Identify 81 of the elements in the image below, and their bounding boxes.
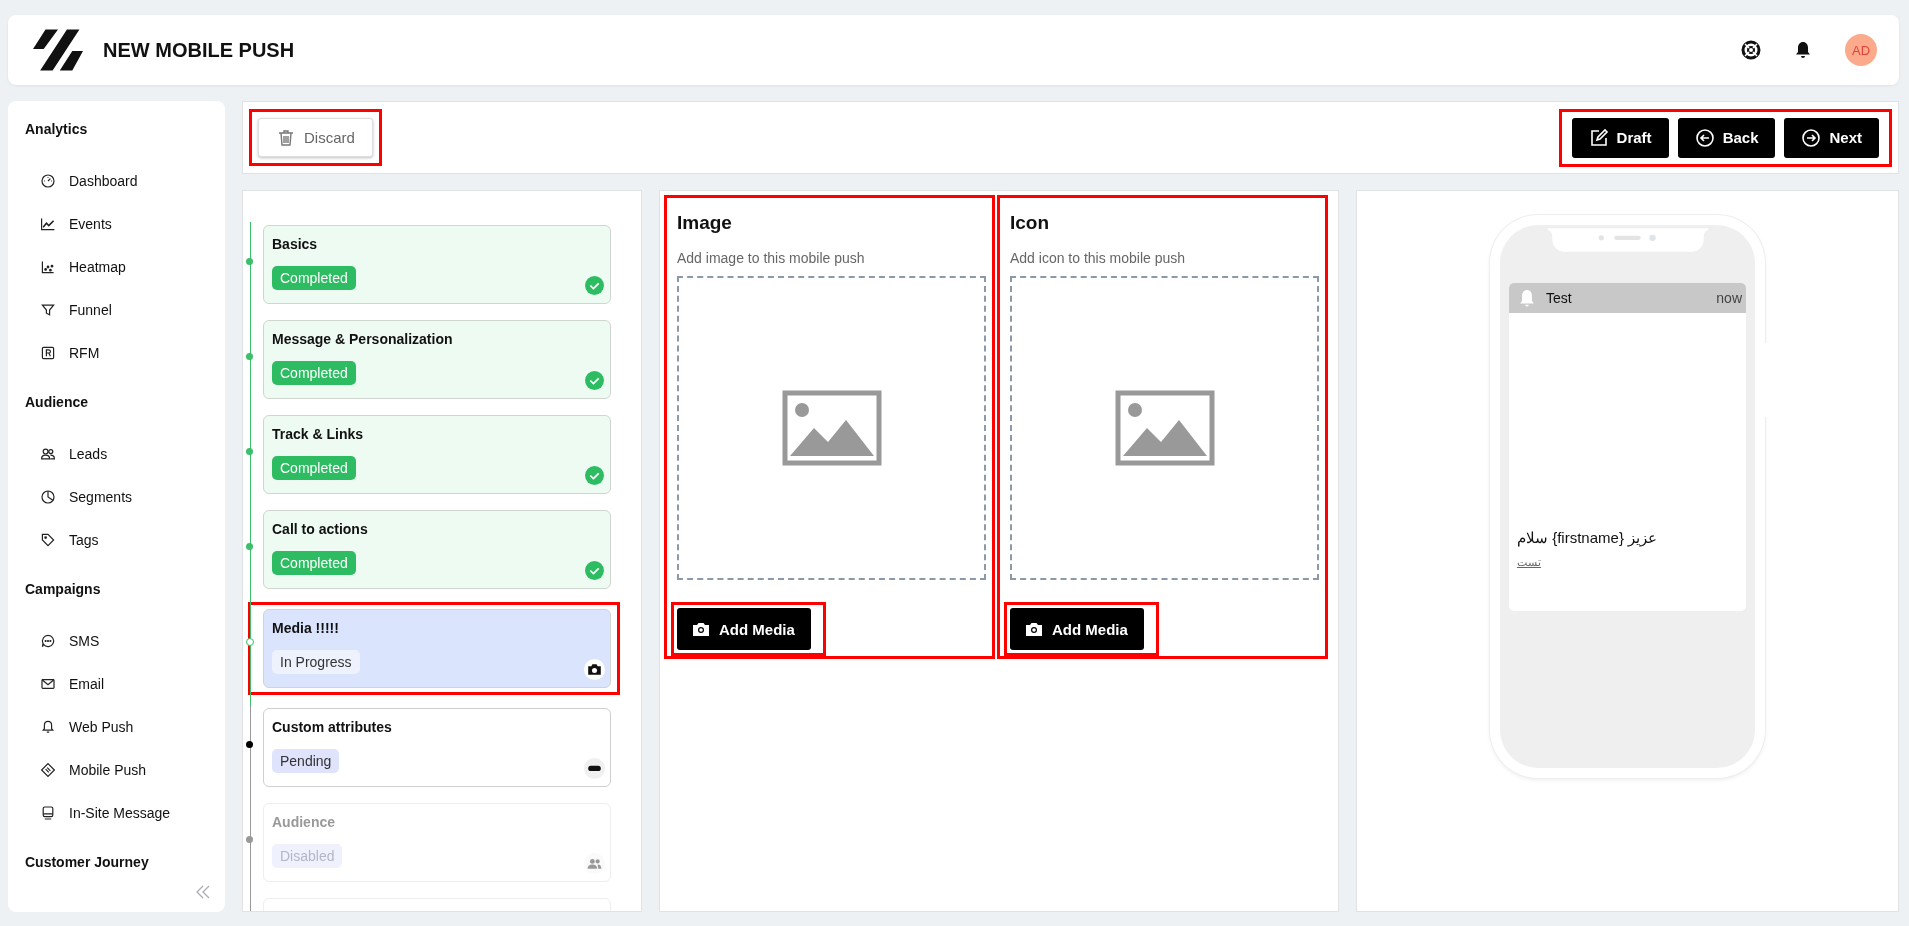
arrow-left-icon <box>1694 127 1715 148</box>
status-badge: Pending <box>272 749 340 773</box>
status-badge: Disabled <box>272 844 343 868</box>
add-media-button[interactable]: Add Media <box>1010 608 1144 650</box>
check-icon <box>584 370 605 391</box>
status-badge: Completed <box>272 456 356 480</box>
section-heading: Analytics <box>25 121 89 137</box>
step-card[interactable]: Call to actions Completed <box>263 510 611 589</box>
nav-item[interactable]: Mobile Push <box>25 748 147 791</box>
notification-time: now <box>1716 290 1742 306</box>
section-hint: Add icon to this mobile push <box>1010 250 1187 266</box>
status-badge: In Progress <box>272 650 360 674</box>
discard-button[interactable]: Discard <box>258 118 373 157</box>
app-name: Test <box>1546 290 1572 306</box>
monitor-icon <box>40 804 56 821</box>
nav-item[interactable]: Tags <box>25 518 99 561</box>
check-icon <box>584 465 605 486</box>
rfm-icon <box>40 344 56 361</box>
status-badge: Completed <box>272 551 356 575</box>
section-heading: Audience <box>25 394 89 410</box>
add-media-button[interactable]: Add Media <box>677 608 811 650</box>
step-card[interactable]: Custom attributes Pending <box>263 708 611 787</box>
step-card[interactable]: Track & Links Completed <box>263 415 611 494</box>
bell-icon <box>40 718 56 735</box>
toggle-icon <box>584 758 605 779</box>
step-title: Message & Personalization <box>272 331 454 347</box>
nav-item[interactable]: Events <box>25 202 112 245</box>
step-title: Custom attributes <box>272 719 393 735</box>
step-title: Audience <box>272 814 336 830</box>
bell-icon[interactable] <box>1793 40 1813 60</box>
edit-icon <box>1588 127 1609 148</box>
nav-item[interactable]: SMS <box>25 619 100 662</box>
section-title: Image <box>677 212 733 234</box>
section-title: Icon <box>1010 212 1051 234</box>
notification-text: تست <box>1517 556 1541 569</box>
help-icon[interactable] <box>1741 40 1761 60</box>
nav-item[interactable]: Email <box>25 662 104 705</box>
logo-icon <box>33 29 83 71</box>
nav-item[interactable]: Funnel <box>25 288 112 331</box>
chart-icon <box>40 215 56 232</box>
drop-zone[interactable] <box>677 276 986 580</box>
arrow-right-icon <box>1801 127 1822 148</box>
gauge-icon <box>40 172 56 189</box>
heat-icon <box>40 258 56 275</box>
nav-item[interactable]: Heatmap <box>25 245 126 288</box>
back-button[interactable]: Back <box>1677 117 1776 158</box>
nav-item[interactable]: In-Site Message <box>25 791 171 834</box>
status-badge: Completed <box>272 266 356 290</box>
nav-item[interactable]: Leads <box>25 432 108 475</box>
notification-title: عزیز {firstname} سلام <box>1517 529 1658 547</box>
section-heading: Campaigns <box>25 581 102 597</box>
camera-icon <box>584 659 605 680</box>
draft-button[interactable]: Draft <box>1571 117 1669 158</box>
collapse-icon[interactable] <box>195 884 211 900</box>
bell-icon <box>1518 289 1536 307</box>
step-title: Call to actions <box>272 521 369 537</box>
nav-item[interactable]: Segments <box>25 475 133 518</box>
section-hint: Add image to this mobile push <box>677 250 866 266</box>
check-icon <box>584 560 605 581</box>
check-icon <box>584 275 605 296</box>
nav-item[interactable]: RFM <box>25 331 100 374</box>
step-title: Media !!!!! <box>272 620 340 636</box>
page-title: NEW MOBILE PUSH <box>103 38 295 62</box>
trash-icon <box>276 127 296 148</box>
tag-icon <box>40 531 56 548</box>
section-heading: Customer Journey <box>25 854 150 870</box>
diamond-icon <box>40 761 56 778</box>
step-title: Track & Links <box>272 426 365 442</box>
image-placeholder-icon <box>1114 390 1215 466</box>
nav-item[interactable]: Dashboard <box>25 159 138 202</box>
nav-item[interactable]: Web Push <box>25 705 134 748</box>
step-card[interactable]: Basics Completed <box>263 225 611 304</box>
pie-icon <box>40 488 56 505</box>
image-placeholder-icon <box>781 390 882 466</box>
step-card[interactable]: Media !!!!! In Progress <box>263 609 611 688</box>
next-button[interactable]: Next <box>1784 117 1879 158</box>
drop-zone[interactable] <box>1010 276 1319 580</box>
status-badge: Completed <box>272 361 356 385</box>
step-card[interactable]: Message & Personalization Completed <box>263 320 611 399</box>
step-title: Basics <box>272 236 319 252</box>
chat-icon <box>40 632 56 649</box>
